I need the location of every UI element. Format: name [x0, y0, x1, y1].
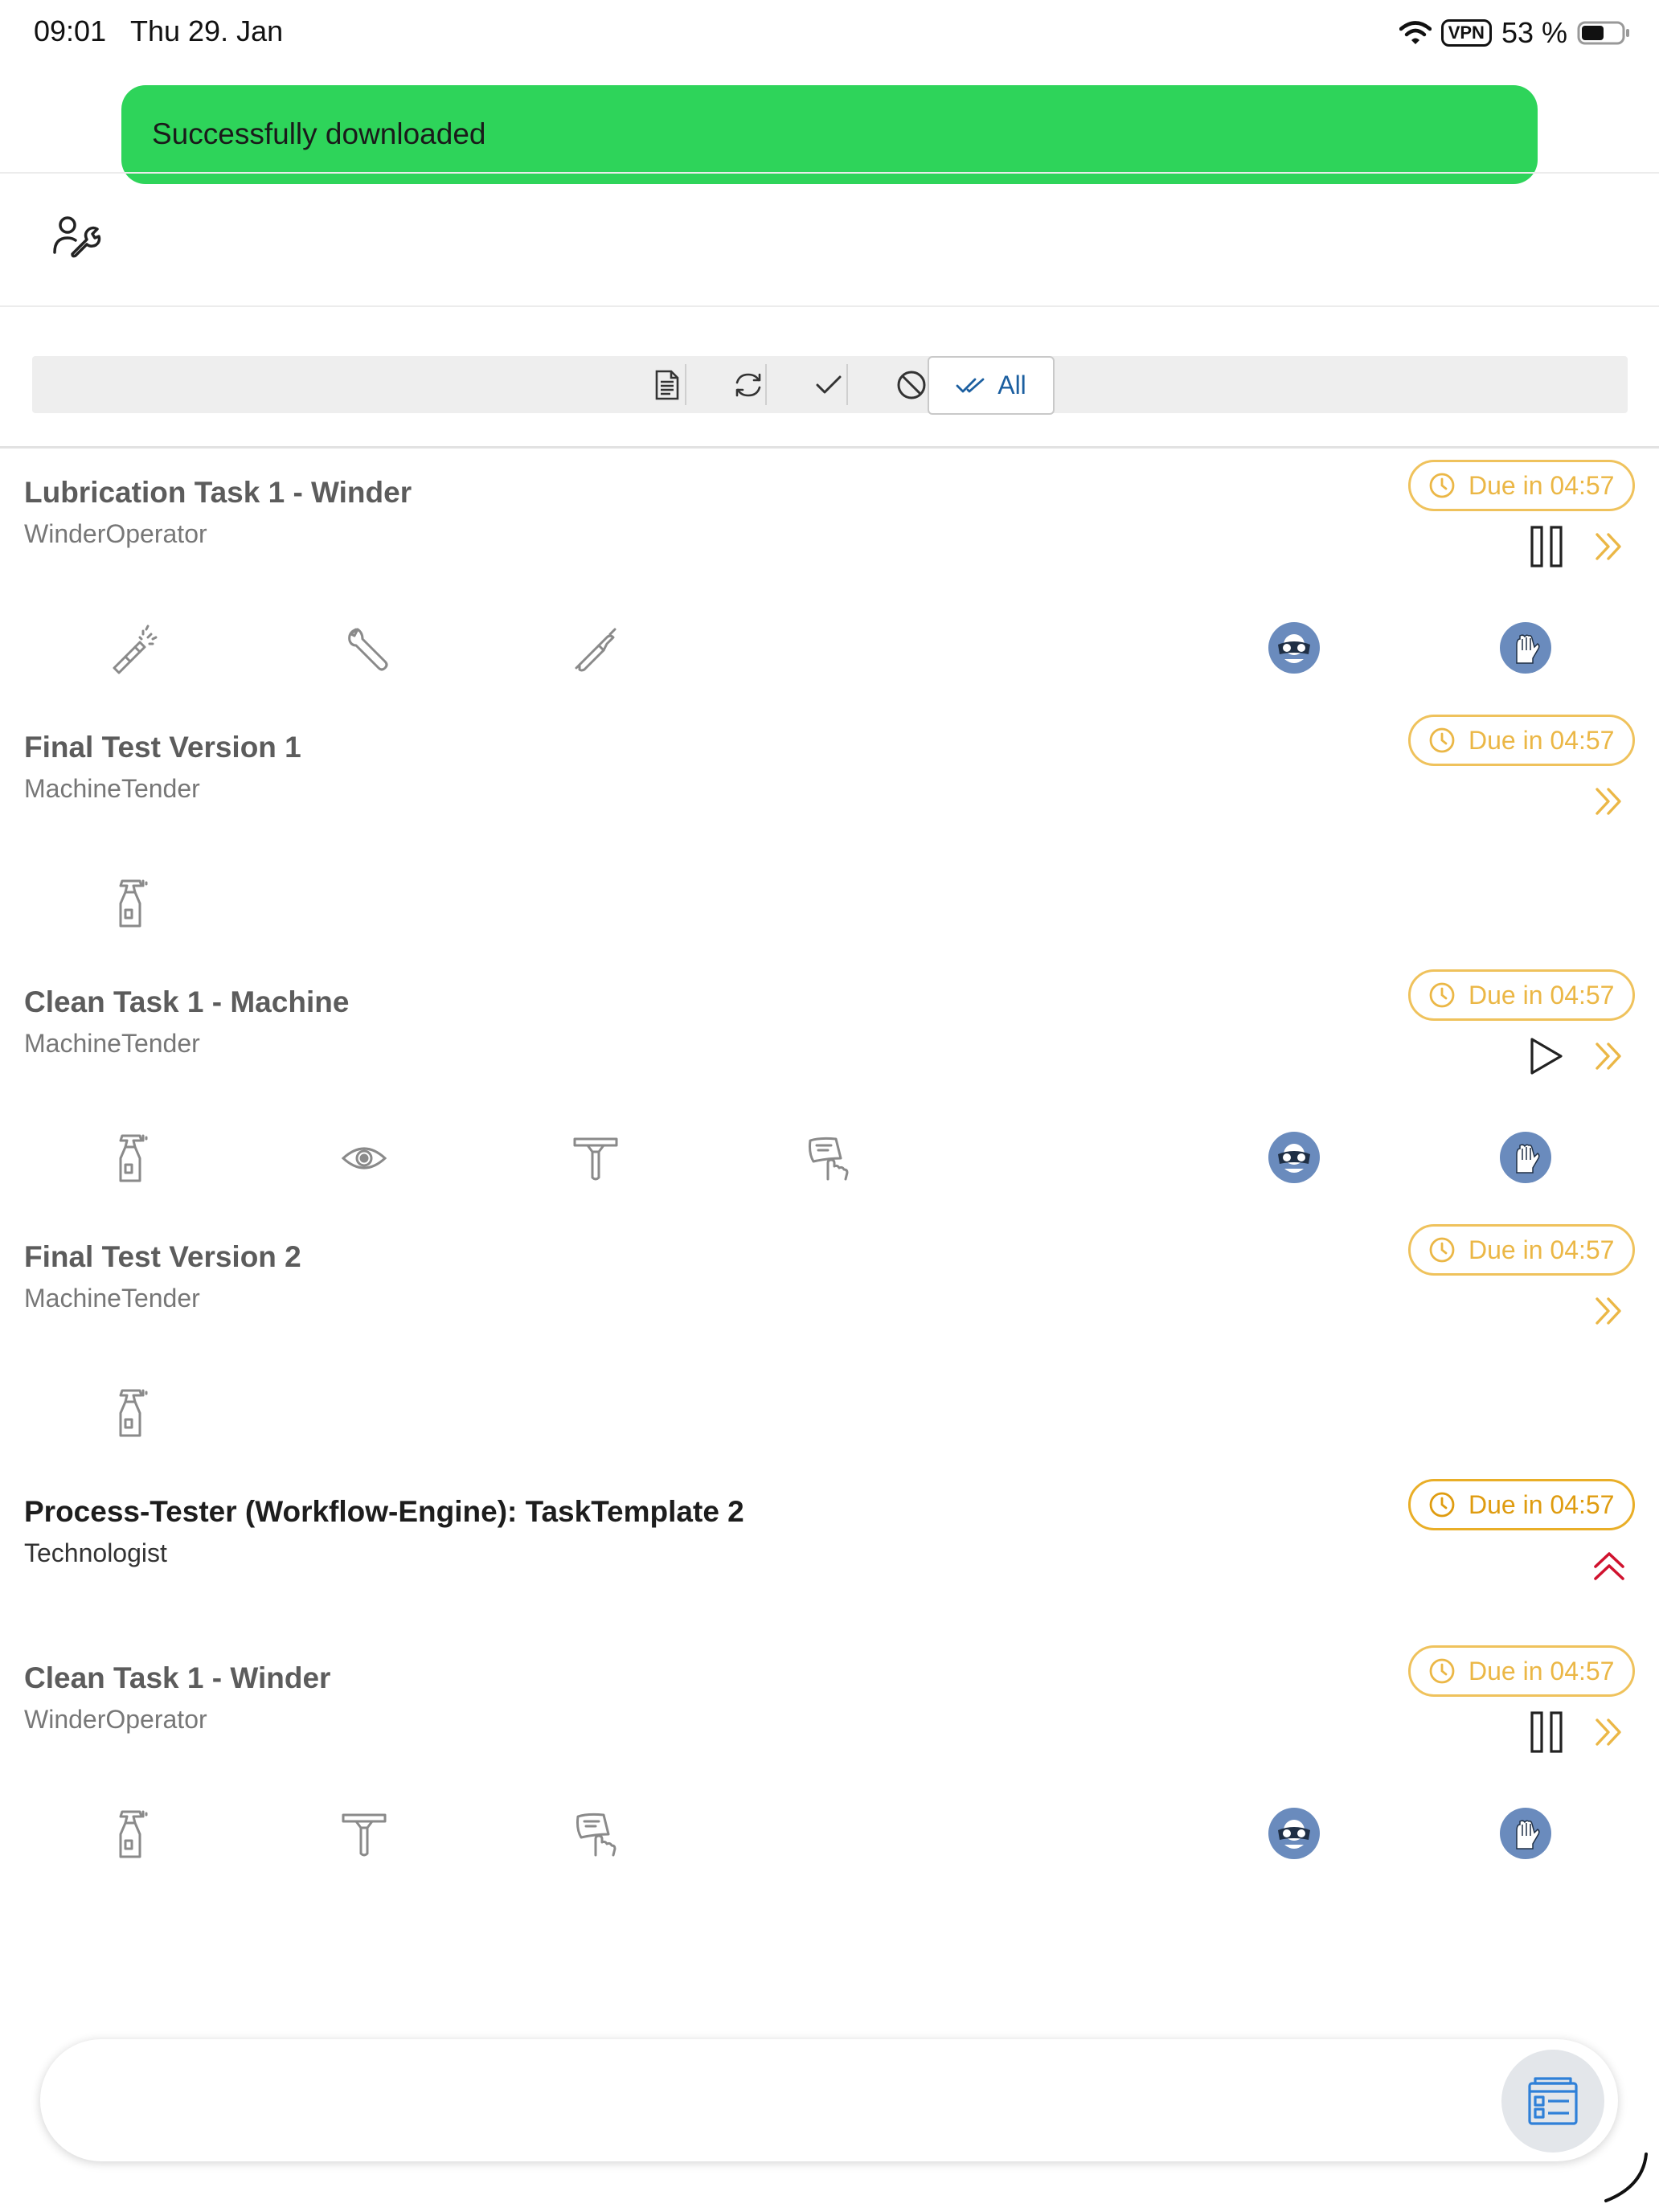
chevron-double-right-icon [1593, 785, 1625, 817]
status-bar: 09:01 Thu 29. Jan VPN 53 % [0, 0, 1659, 68]
due-badge: Due in 04:57 [1408, 1224, 1635, 1276]
task-list-divider [0, 446, 1659, 449]
due-text: Due in 04:57 [1469, 1656, 1615, 1686]
safety-gloves-icon [1500, 1808, 1551, 1859]
due-text: Due in 04:57 [1469, 980, 1615, 1010]
scraper-icon [567, 1130, 624, 1186]
wifi-icon [1399, 20, 1432, 46]
task-role: MachineTender [24, 1284, 200, 1313]
grease-gun-icon [567, 621, 624, 677]
due-badge: Due in 04:57 [1408, 715, 1635, 766]
pause-button[interactable] [1522, 522, 1571, 571]
task-title: Process-Tester (Workflow-Engine): TaskTe… [24, 1495, 744, 1528]
chevron-double-right-icon [1593, 1716, 1625, 1748]
chevron-double-up-icon [1592, 1549, 1626, 1583]
spray-nozzle-icon [104, 621, 160, 677]
toast-message: Successfully downloaded [152, 117, 486, 150]
open-task-button[interactable] [1585, 1032, 1633, 1080]
chevron-double-right-icon [1593, 1295, 1625, 1327]
download-success-toast[interactable]: Successfully downloaded [121, 85, 1538, 184]
clock-icon [1428, 1657, 1456, 1685]
blocked-icon [895, 369, 928, 401]
bottom-navigation-bar [40, 2039, 1618, 2161]
safety-goggles-icon [1268, 622, 1320, 674]
battery-icon [1577, 20, 1630, 46]
filter-separator [846, 364, 848, 405]
scraper-icon [336, 1806, 392, 1862]
task-board-button[interactable] [1501, 2050, 1604, 2153]
task-role: Technologist [24, 1538, 167, 1567]
header-divider-bottom [0, 305, 1659, 307]
due-text: Due in 04:57 [1469, 1489, 1615, 1519]
filter-separator [765, 364, 767, 405]
task-title: Clean Task 1 - Machine [24, 985, 350, 1018]
status-date: Thu 29. Jan [130, 14, 284, 47]
due-text: Due in 04:57 [1469, 725, 1615, 755]
document-list-icon [654, 370, 680, 400]
pause-icon [1530, 1711, 1563, 1753]
task-title: Clean Task 1 - Winder [24, 1661, 331, 1694]
safety-gloves-icon [1500, 622, 1551, 674]
status-time: 09:01 [34, 14, 107, 47]
checkmark-icon [815, 374, 842, 396]
pencil-stroke-icon [1601, 2151, 1649, 2204]
safety-goggles-icon [1268, 1132, 1320, 1183]
cleaning-cloth-icon [800, 1130, 856, 1186]
filter-documents-button[interactable] [627, 356, 707, 413]
play-icon [1529, 1037, 1564, 1075]
filter-separator [685, 364, 686, 405]
filter-completed-button[interactable] [789, 356, 869, 413]
priority-button[interactable] [1585, 1542, 1633, 1590]
clock-icon [1428, 1491, 1456, 1518]
wrench-icon [336, 621, 392, 677]
task-role: WinderOperator [24, 1705, 207, 1734]
status-indicators: VPN 53 % [1399, 13, 1630, 53]
cleaning-cloth-icon [567, 1806, 624, 1862]
pause-button[interactable] [1522, 1708, 1571, 1756]
spray-bottle-icon [104, 875, 160, 932]
start-task-button[interactable] [1522, 1032, 1571, 1080]
eye-icon [336, 1130, 392, 1186]
task-role: MachineTender [24, 774, 200, 803]
spray-bottle-icon [104, 1806, 160, 1862]
double-check-icon [956, 377, 986, 395]
due-text: Due in 04:57 [1469, 1235, 1615, 1264]
due-badge: Due in 04:57 [1408, 969, 1635, 1021]
sync-icon [733, 371, 764, 399]
clock-icon [1428, 472, 1456, 499]
clock-icon [1428, 981, 1456, 1009]
chevron-double-right-icon [1593, 530, 1625, 563]
task-title: Final Test Version 1 [24, 731, 301, 764]
open-task-button[interactable] [1585, 777, 1633, 825]
chevron-double-right-icon [1593, 1040, 1625, 1072]
open-task-button[interactable] [1585, 522, 1633, 571]
due-badge: Due in 04:57 [1408, 1645, 1635, 1697]
filter-all-label: All [997, 371, 1026, 399]
pause-icon [1530, 526, 1563, 567]
filter-all-button[interactable]: All [928, 356, 1055, 415]
user-wrench-icon[interactable] [51, 214, 101, 264]
header-divider-top [0, 172, 1659, 174]
safety-gloves-icon [1500, 1132, 1551, 1183]
task-title: Lubrication Task 1 - Winder [24, 476, 412, 509]
due-badge: Due in 04:57 [1408, 1479, 1635, 1530]
task-role: MachineTender [24, 1029, 200, 1058]
task-role: WinderOperator [24, 519, 207, 548]
due-badge: Due in 04:57 [1408, 460, 1635, 511]
vpn-badge: VPN [1440, 19, 1492, 47]
spray-bottle-icon [104, 1130, 160, 1186]
clock-icon [1428, 1236, 1456, 1264]
spray-bottle-icon [104, 1385, 160, 1441]
open-task-button[interactable] [1585, 1287, 1633, 1335]
clock-icon [1428, 727, 1456, 754]
task-title: Final Test Version 2 [24, 1240, 301, 1273]
filter-sync-button[interactable] [708, 356, 789, 413]
safety-goggles-icon [1268, 1808, 1320, 1859]
task-filter-bar: All [32, 356, 1628, 415]
open-task-button[interactable] [1585, 1708, 1633, 1756]
task-board-icon [1527, 2077, 1579, 2125]
battery-percentage: 53 % [1501, 16, 1567, 49]
due-text: Due in 04:57 [1469, 470, 1615, 500]
